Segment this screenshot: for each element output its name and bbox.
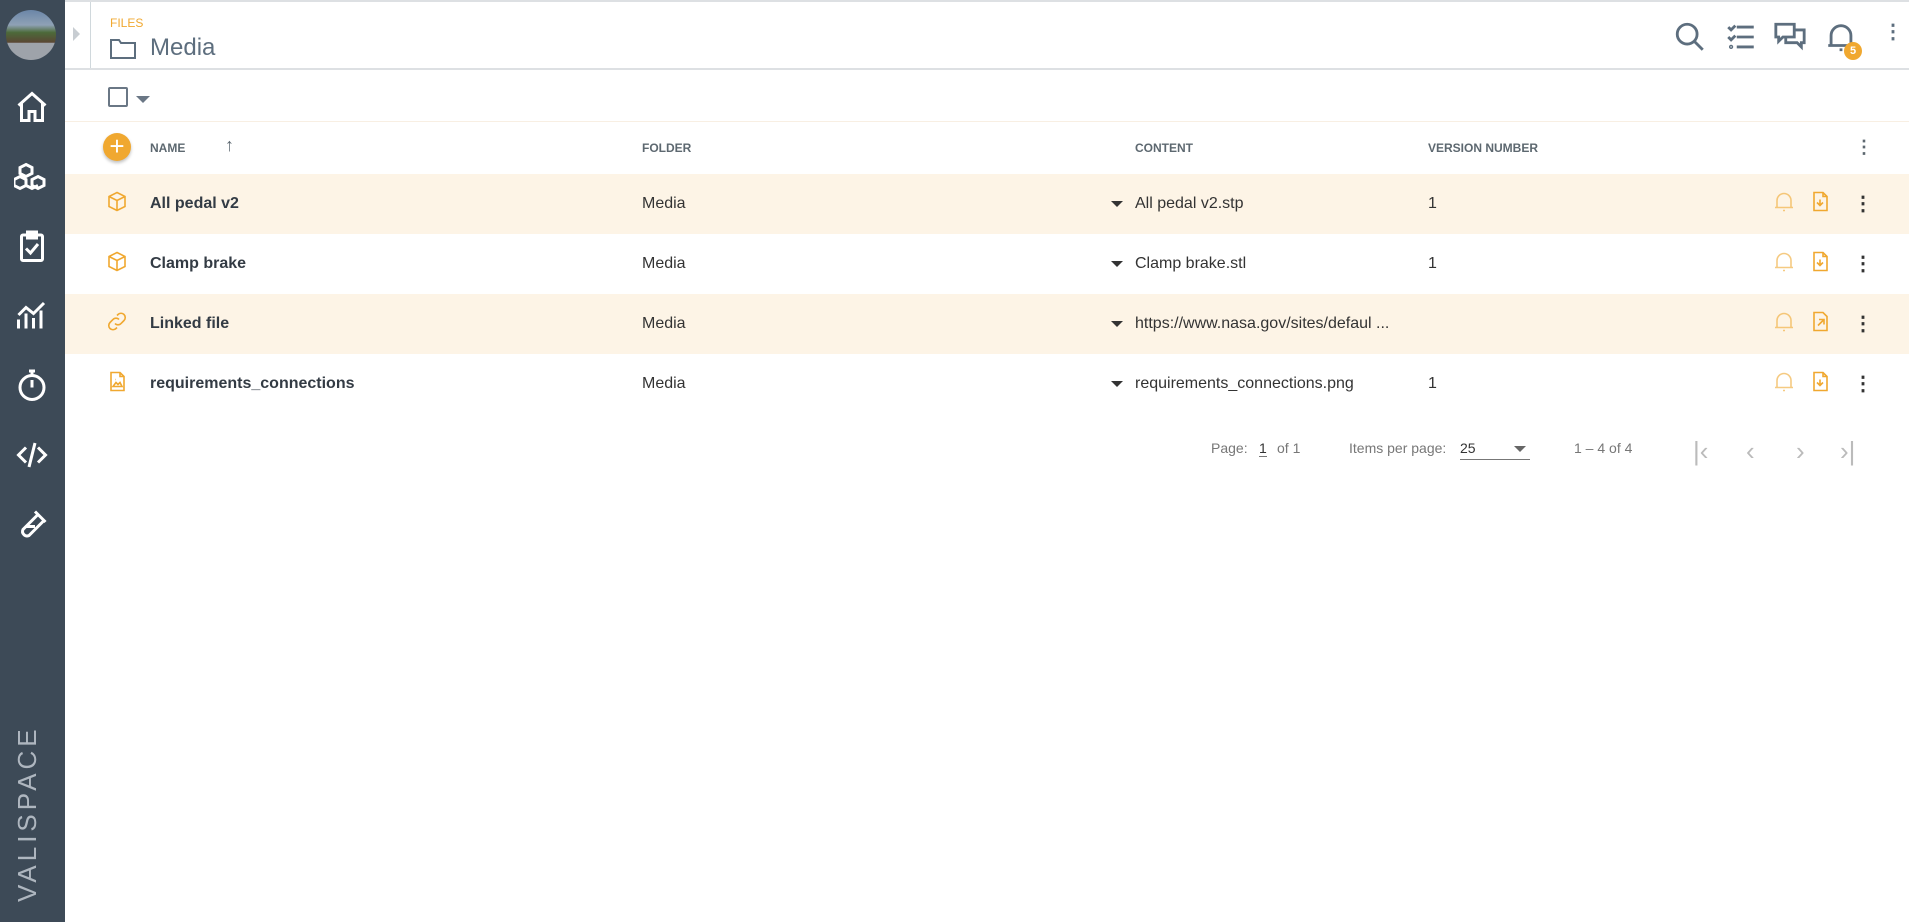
row-menu-icon[interactable]: ⋮ — [1853, 194, 1873, 214]
bell-icon[interactable] — [1772, 310, 1796, 339]
bell-icon[interactable] — [1772, 370, 1796, 399]
items-per-page-select[interactable]: 25 — [1460, 440, 1530, 460]
timer-icon[interactable] — [12, 366, 52, 406]
brand-logo: VALISPACE — [12, 725, 42, 902]
notification-badge: 5 — [1844, 42, 1862, 60]
column-header-name[interactable]: NAME — [150, 141, 185, 155]
file-name[interactable]: Linked file — [150, 315, 229, 333]
bell-icon[interactable] — [1772, 190, 1796, 219]
file-name[interactable]: All pedal v2 — [150, 195, 239, 213]
tasks-icon[interactable] — [1724, 20, 1758, 54]
selection-bar — [65, 72, 1909, 122]
download-icon[interactable] — [1808, 370, 1832, 399]
component-icon — [105, 250, 129, 279]
row-menu-icon[interactable]: ⋮ — [1853, 254, 1873, 274]
page-count: of 1 — [1277, 440, 1301, 456]
row-menu-icon[interactable]: ⋮ — [1853, 314, 1873, 334]
component-icon — [105, 190, 129, 219]
next-page-icon[interactable]: › — [1796, 436, 1805, 467]
chat-icon[interactable] — [1773, 20, 1807, 54]
content-cell[interactable]: Clamp brake.stl — [1135, 255, 1246, 273]
code-icon[interactable] — [12, 435, 52, 475]
first-page-icon[interactable]: |‹ — [1693, 436, 1708, 467]
column-header-version[interactable]: VERSION NUMBER — [1428, 141, 1538, 155]
content-dropdown-icon[interactable] — [1111, 261, 1123, 267]
more-menu-icon[interactable]: ⋮ — [1883, 22, 1903, 56]
link-icon — [105, 310, 129, 339]
sort-ascending-icon[interactable]: ↑ — [225, 135, 234, 156]
select-all-checkbox[interactable] — [108, 87, 128, 107]
requirements-icon[interactable] — [12, 227, 52, 267]
analyses-icon[interactable] — [12, 295, 52, 335]
last-page-icon[interactable]: ›| — [1840, 436, 1855, 467]
version-cell: 1 — [1428, 375, 1437, 392]
image-icon — [105, 370, 129, 399]
select-dropdown-icon[interactable] — [136, 96, 150, 103]
chevron-down-icon — [1514, 446, 1526, 452]
table-row[interactable]: Linked file Media https://www.nasa.gov/s… — [65, 294, 1909, 354]
content-dropdown-icon[interactable] — [1111, 381, 1123, 387]
test-tube-icon[interactable] — [12, 505, 52, 545]
table-row[interactable]: requirements_connections Media requireme… — [65, 354, 1909, 414]
columns-menu-icon[interactable]: ⋮ — [1855, 138, 1873, 156]
home-icon[interactable] — [12, 87, 52, 127]
open-link-icon[interactable] — [1808, 310, 1832, 339]
previous-page-icon[interactable]: ‹ — [1746, 436, 1755, 467]
items-per-page-value: 25 — [1460, 440, 1476, 456]
header: FILES Media 5 ⋮ — [65, 0, 1909, 70]
download-icon[interactable] — [1808, 190, 1832, 219]
row-menu-icon[interactable]: ⋮ — [1853, 374, 1873, 394]
page-label: Page: — [1211, 440, 1248, 456]
page-input[interactable]: 1 — [1259, 440, 1267, 457]
content-dropdown-icon[interactable] — [1111, 321, 1123, 327]
content-dropdown-icon[interactable] — [1111, 201, 1123, 207]
components-icon[interactable] — [12, 158, 52, 198]
bell-icon[interactable] — [1772, 250, 1796, 279]
notifications-bell-icon[interactable]: 5 — [1824, 20, 1862, 60]
items-per-page-label: Items per page: — [1349, 440, 1447, 456]
search-icon[interactable] — [1673, 20, 1707, 54]
sidebar: VALISPACE — [0, 0, 65, 922]
folder-cell: Media — [642, 195, 686, 212]
table-row[interactable]: All pedal v2 Media All pedal v2.stp 1 ⋮ — [65, 174, 1909, 234]
folder-cell: Media — [642, 255, 686, 272]
version-cell: 1 — [1428, 255, 1437, 272]
download-icon[interactable] — [1808, 250, 1832, 279]
range-label: 1 – 4 of 4 — [1574, 440, 1633, 456]
column-header-folder[interactable]: FOLDER — [642, 141, 691, 155]
avatar[interactable] — [6, 10, 56, 60]
table-row[interactable]: Clamp brake Media Clamp brake.stl 1 ⋮ — [65, 234, 1909, 294]
folder-cell: Media — [642, 315, 686, 332]
add-file-button[interactable]: + — [103, 133, 131, 161]
content-cell[interactable]: All pedal v2.stp — [1135, 195, 1244, 213]
content-cell[interactable]: requirements_connections.png — [1135, 375, 1354, 393]
page-title: Media — [150, 34, 216, 61]
breadcrumb[interactable]: FILES — [110, 16, 143, 30]
column-header-content[interactable]: CONTENT — [1135, 141, 1193, 155]
version-cell: 1 — [1428, 195, 1437, 212]
file-name[interactable]: requirements_connections — [150, 375, 355, 393]
content-cell[interactable]: https://www.nasa.gov/sites/defaul ... — [1135, 315, 1389, 333]
folder-cell: Media — [642, 375, 686, 392]
folder-icon — [110, 39, 136, 59]
file-name[interactable]: Clamp brake — [150, 255, 246, 273]
